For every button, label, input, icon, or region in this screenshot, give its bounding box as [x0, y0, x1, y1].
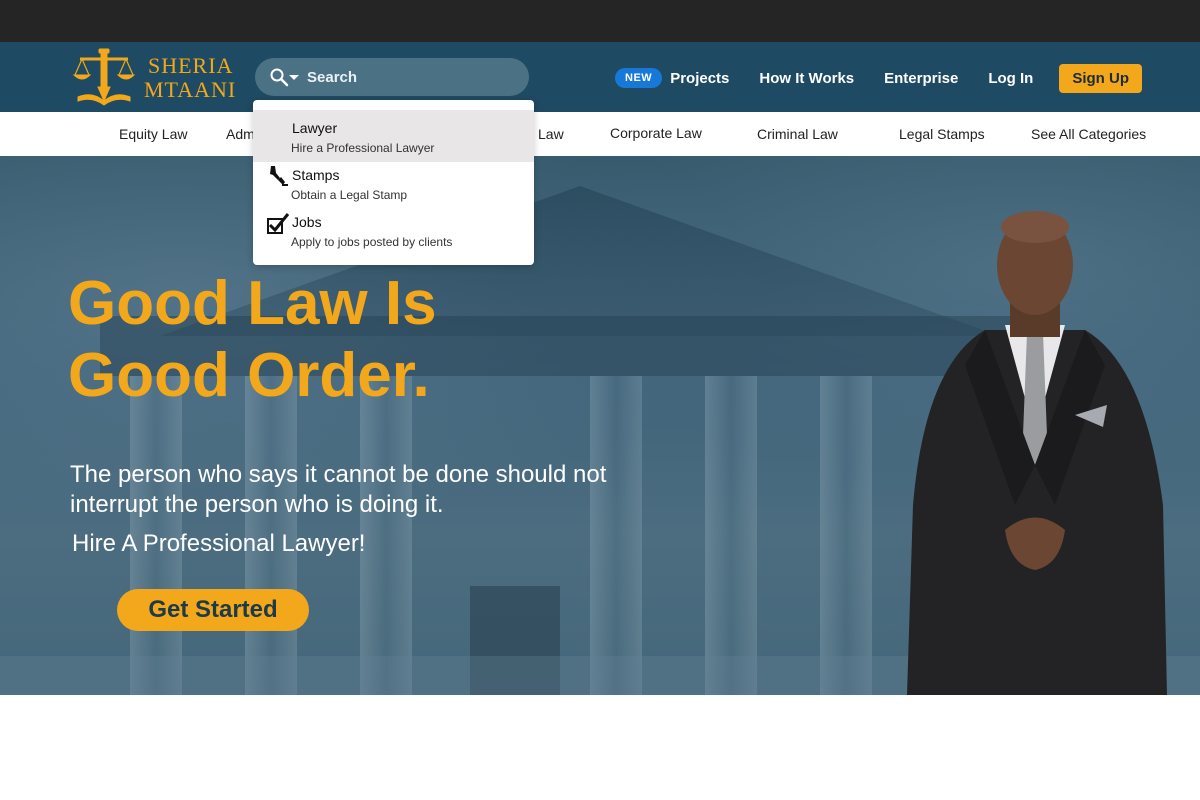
hero-headline-line-1: Good Law Is — [68, 269, 437, 338]
nav-projects[interactable]: NEW Projects — [615, 68, 729, 88]
dropdown-item-title: Stamps — [292, 167, 340, 183]
dropdown-item-lawyer[interactable]: Lawyer Hire a Professional Lawyer — [253, 110, 534, 162]
dropdown-item-subtitle: Obtain a Legal Stamp — [291, 188, 408, 202]
chevron-down-icon[interactable] — [289, 72, 299, 82]
category-see-all[interactable]: See All Categories — [1031, 126, 1146, 142]
new-badge: NEW — [615, 68, 663, 88]
browser-top-bar — [0, 0, 1200, 42]
scales-of-justice-icon — [72, 48, 136, 106]
category-equity-law[interactable]: Equity Law — [119, 126, 187, 142]
lawyer-portrait — [907, 211, 1167, 695]
category-corporate-law[interactable]: Corporate Law — [610, 125, 702, 141]
dropdown-item-jobs[interactable]: Jobs Apply to jobs posted by clients — [253, 204, 534, 256]
dropdown-item-stamps[interactable]: Stamps Obtain a Legal Stamp — [253, 157, 534, 209]
brand-logo[interactable]: SHERIA MTAANI — [72, 47, 242, 109]
category-criminal-law[interactable]: Criminal Law — [757, 126, 838, 142]
site-header: SHERIA MTAANI NEW Projects How It Works … — [0, 42, 1200, 112]
category-bar: Equity Law Adm Law Corporate Law Crimina… — [0, 112, 1200, 156]
nav-login[interactable]: Log In — [988, 70, 1033, 87]
hero-headline-line-2: Good Order. — [68, 341, 430, 410]
hero-headline: Good Law Is Good Order. — [68, 268, 588, 412]
category-legal-stamps[interactable]: Legal Stamps — [899, 126, 985, 142]
dropdown-item-title: Lawyer — [292, 120, 338, 136]
nav-how-it-works[interactable]: How It Works — [759, 70, 854, 87]
nav-projects-label[interactable]: Projects — [670, 70, 729, 87]
dropdown-item-subtitle: Apply to jobs posted by clients — [291, 235, 453, 249]
search-bar[interactable] — [255, 58, 529, 96]
dropdown-item-title: Jobs — [292, 214, 322, 230]
building-column — [820, 376, 872, 695]
dropdown-item-subtitle: Hire a Professional Lawyer — [291, 141, 435, 155]
checkbox-icon — [267, 213, 290, 234]
building-column — [360, 376, 412, 695]
brand-line-2: MTAANI — [144, 77, 237, 102]
hero-quote: The person who says it cannot be done sh… — [70, 461, 607, 518]
search-input[interactable] — [307, 68, 507, 86]
search-icon[interactable] — [269, 67, 289, 87]
category-law[interactable]: Law — [538, 126, 564, 142]
get-started-button[interactable]: Get Started — [117, 589, 309, 631]
brand-line-1: SHERIA — [148, 53, 234, 78]
signup-button[interactable]: Sign Up — [1059, 63, 1142, 93]
main-nav: NEW Projects How It Works Enterprise Log… — [615, 63, 1142, 93]
category-administrative-law[interactable]: Adm — [226, 126, 255, 142]
nav-enterprise[interactable]: Enterprise — [884, 70, 958, 87]
building-column — [590, 376, 642, 695]
hero-subline: Hire A Professional Lawyer! — [72, 530, 366, 557]
search-type-dropdown: Lawyer Hire a Professional Lawyer Stamps… — [253, 100, 534, 265]
stamp-icon — [270, 166, 288, 186]
building-column — [705, 376, 757, 695]
